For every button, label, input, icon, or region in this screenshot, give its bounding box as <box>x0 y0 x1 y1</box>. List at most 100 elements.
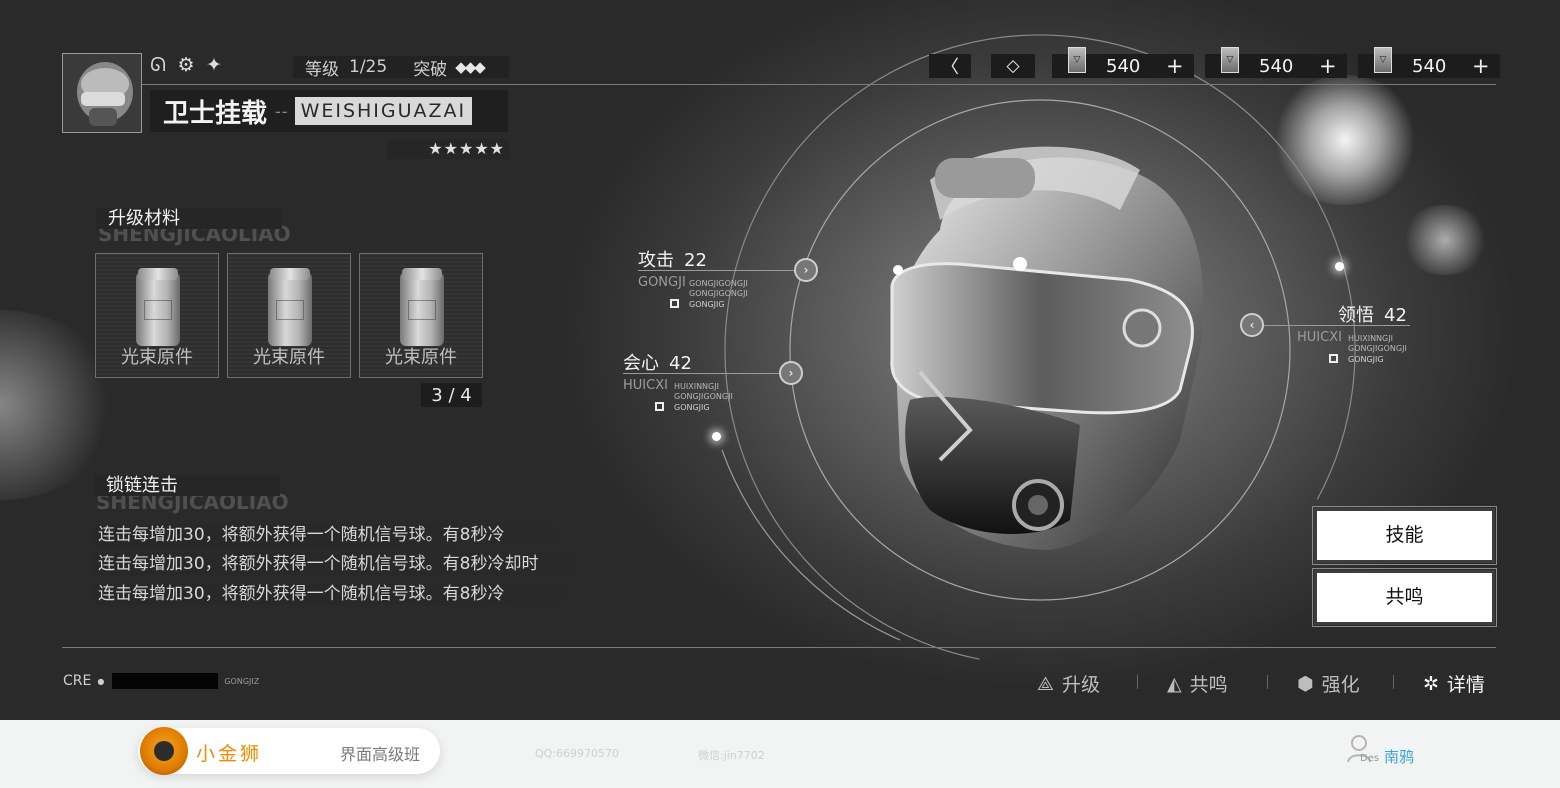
level-label: 等级 <box>305 59 339 80</box>
target-icon <box>670 299 679 308</box>
cre-dot: ● <box>97 676 105 686</box>
material-count: 3 / 4 <box>421 383 482 407</box>
tab-divider <box>1393 675 1394 689</box>
stat-attack-node[interactable]: › <box>794 258 818 282</box>
breakthrough-label: 突破 <box>413 59 448 80</box>
resource-value: 540 <box>1106 55 1141 77</box>
item-name-bar: 卫士挂载 -- WEISHIGUAZAI <box>150 90 508 132</box>
add-resource-button[interactable]: + <box>1319 54 1337 78</box>
item-avatar[interactable] <box>62 53 142 133</box>
canister-icon <box>400 268 444 346</box>
resource-value: 540 <box>1412 55 1447 77</box>
gear-icon: ⚙ <box>177 54 195 76</box>
tab-upgrade[interactable]: ⟁ 升级 <box>1037 670 1100 697</box>
chain-desc-line: 连击每增加30，将额外获得一个随机信号球。有8秒冷 <box>94 524 555 546</box>
stat-attack-sub: GONGJIGONGJI GONGJIGONGJI <box>689 279 748 298</box>
game-screen: ᘏ ⚙ ✦ 等级 1/25 突破 ◆◆◆ 卫士挂载 -- WEISHIGUAZA… <box>0 0 1560 720</box>
material-name: 光束原件 <box>253 347 325 368</box>
orbit-arc-left <box>721 449 901 641</box>
triangle-icon: ⟁ <box>1037 672 1054 695</box>
tab-enhance[interactable]: ⬢ 强化 <box>1297 670 1360 697</box>
add-resource-button[interactable]: + <box>1166 54 1184 78</box>
stat-insight-line <box>1252 325 1410 326</box>
resource-card-icon: ▽ <box>1221 47 1239 73</box>
resonate-button[interactable]: 共鸣 <box>1312 568 1497 627</box>
lion-logo-icon <box>140 727 188 775</box>
tab-detail[interactable]: ✲ 详情 <box>1423 670 1485 697</box>
tab-enhance-label: 强化 <box>1321 674 1360 696</box>
level-value: 1/25 <box>349 57 388 77</box>
stat-crit-node[interactable]: › <box>779 361 803 385</box>
chevron-left-icon: 〈 <box>941 57 959 78</box>
add-resource-button[interactable]: + <box>1472 54 1490 78</box>
cube-icon: ⬢ <box>1297 672 1314 695</box>
delta-icon: ◭ <box>1167 672 1182 695</box>
canister-icon <box>268 268 312 346</box>
material-slot[interactable]: 光束原件 <box>359 253 483 378</box>
diamond-button[interactable]: ◇ <box>991 54 1035 78</box>
footer-divider <box>62 647 1496 648</box>
stat-crit-tag: GONGJIG <box>674 403 710 412</box>
tab-resonate[interactable]: ◭ 共鸣 <box>1167 670 1228 697</box>
stat-insight-node[interactable]: ‹ <box>1240 313 1264 337</box>
brand-pill: 小金狮 界面高级班 <box>138 727 440 775</box>
cre-tag: GONGJIZ <box>224 676 260 686</box>
swirl-icon: ᘏ <box>150 54 166 76</box>
stat-crit: 会心 42 <box>623 349 692 375</box>
material-name: 光束原件 <box>385 347 457 368</box>
materials-title: 升级材料 <box>96 208 282 229</box>
canister-icon <box>136 268 180 346</box>
stat-insight-value: 42 <box>1384 305 1407 326</box>
course-name: 界面高级班 <box>340 745 421 764</box>
skill-button[interactable]: 技能 <box>1312 506 1497 565</box>
rarity-stars: ★★★★★ <box>387 139 509 159</box>
stat-attack-value: 22 <box>684 250 707 271</box>
tab-upgrade-label: 升级 <box>1061 674 1100 696</box>
stat-attack-tag: GONGJIG <box>689 300 725 309</box>
badge-row: ᘏ ⚙ ✦ <box>147 54 225 76</box>
resource-counter: ▽ 540 + <box>1358 47 1500 78</box>
material-name: 光束原件 <box>121 347 193 368</box>
helmet-model <box>880 140 1220 560</box>
resource-card-icon: ▽ <box>1068 47 1086 73</box>
pinwheel-icon: ✲ <box>1423 672 1439 695</box>
stat-crit-value: 42 <box>669 353 692 374</box>
resource-value: 540 <box>1259 55 1294 77</box>
name-separator: -- <box>275 101 289 121</box>
stat-insight-sub: HUIXINNGJI GONGJIGONGJI <box>1348 334 1407 353</box>
helmet-icon <box>890 146 1204 550</box>
stat-attack: 攻击 22 <box>638 246 707 272</box>
qq-contact: QQ:669970570 <box>535 747 620 760</box>
stat-crit-label: 会心 <box>623 353 659 374</box>
stat-insight-tag: GONGJIG <box>1348 355 1384 364</box>
item-name: 卫士挂载 <box>163 98 268 129</box>
chain-desc-line: 连击每增加30，将额外获得一个随机信号球。有8秒冷 <box>94 583 564 605</box>
tab-detail-label: 详情 <box>1446 674 1485 696</box>
tab-resonate-label: 共鸣 <box>1189 674 1228 696</box>
stat-insight-label: 领悟 <box>1338 305 1374 326</box>
material-slot[interactable]: 光束原件 <box>227 253 351 378</box>
header-divider <box>140 84 1496 85</box>
stat-crit-sub: HUIXINNGJI GONGJIGONGJI <box>674 382 733 401</box>
back-button[interactable]: 〈 <box>929 54 971 78</box>
cre-label: CRE <box>63 673 92 689</box>
target-icon <box>655 402 664 411</box>
orbit-dot <box>712 432 721 441</box>
resource-counter: ▽ 540 + <box>1205 47 1347 78</box>
stat-crit-pinyin: HUICXI <box>623 378 668 393</box>
diamond-icon: ◇ <box>1006 56 1020 76</box>
brand-name: 小金狮 <box>196 743 263 765</box>
des-label: Des <box>1360 753 1380 764</box>
breakthrough-gems: ◆◆◆ <box>455 58 486 76</box>
chain-title: 锁链连击 <box>94 475 280 496</box>
material-slot[interactable]: 光束原件 <box>95 253 219 378</box>
target-icon <box>1329 354 1338 363</box>
level-bar: 等级 1/25 突破 ◆◆◆ <box>293 56 509 80</box>
watermark-bar: 小金狮 界面高级班 QQ:669970570 微信:jin7702 Des 南鸦 <box>0 720 1560 788</box>
stat-attack-pinyin: GONGJI <box>638 275 686 290</box>
stat-insight-pinyin: HUICXI <box>1297 330 1342 345</box>
stat-attack-label: 攻击 <box>638 250 674 271</box>
item-pinyin: WEISHIGUAZAI <box>294 97 473 125</box>
helmet-thumb-icon <box>77 62 133 126</box>
cre-indicator: CRE ● GONGJIZ <box>63 673 259 689</box>
